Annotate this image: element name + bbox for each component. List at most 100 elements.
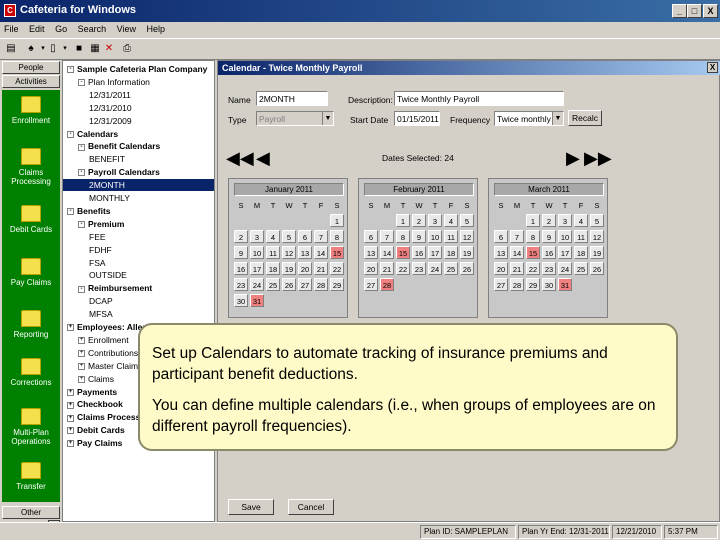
day-cell[interactable]: 29 [526, 278, 540, 291]
collapse-icon[interactable]: - [67, 66, 74, 74]
nav-item-enrollment[interactable]: Enrollment [2, 96, 60, 125]
tree-node[interactable]: 12/31/2011 [89, 89, 131, 101]
day-cell[interactable]: 14 [380, 246, 394, 259]
day-cell[interactable]: 20 [298, 262, 312, 275]
day-cell[interactable]: 7 [314, 230, 328, 243]
day-cell[interactable]: 13 [364, 246, 378, 259]
day-cell[interactable]: 26 [282, 278, 296, 291]
tree-node[interactable]: OUTSIDE [89, 269, 127, 281]
tree-node[interactable]: - Payroll Calendars [78, 166, 160, 178]
tree-node[interactable]: 2MONTH [63, 179, 214, 192]
day-cell[interactable]: 7 [510, 230, 524, 243]
day-cell[interactable]: 1 [396, 214, 410, 227]
day-cell[interactable]: 4 [266, 230, 280, 243]
tree-node[interactable]: - Premium [78, 218, 124, 230]
day-cell[interactable]: 12 [590, 230, 604, 243]
day-cell[interactable]: 29 [330, 278, 344, 291]
tab-activities[interactable]: Activities [2, 75, 60, 88]
close-button[interactable]: X [703, 4, 718, 18]
day-cell[interactable]: 19 [460, 246, 474, 259]
day-cell[interactable]: 6 [298, 230, 312, 243]
day-cell[interactable]: 19 [282, 262, 296, 275]
recalc-button[interactable]: Recalc [568, 110, 602, 126]
selected-day[interactable]: 15 [396, 246, 410, 259]
day-cell[interactable]: 5 [282, 230, 296, 243]
day-cell[interactable]: 16 [412, 246, 426, 259]
tab-other[interactable]: Other [2, 506, 60, 519]
tree-node[interactable]: FSA [89, 257, 106, 269]
name-input[interactable]: 2MONTH [256, 91, 328, 106]
tree-node[interactable]: MONTHLY [89, 192, 130, 204]
expand-icon[interactable]: + [78, 375, 85, 383]
tree-node[interactable]: 12/31/2010 [89, 102, 132, 114]
day-cell[interactable]: 27 [364, 278, 378, 291]
day-cell[interactable]: 18 [574, 246, 588, 259]
minimize-button[interactable]: _ [672, 4, 687, 18]
description-input[interactable]: Twice Monthly Payroll [394, 91, 564, 106]
panel-close-button[interactable]: X [707, 62, 718, 73]
expand-icon[interactable]: + [78, 362, 85, 370]
day-cell[interactable]: 26 [460, 262, 474, 275]
selected-day[interactable]: 15 [526, 246, 540, 259]
selected-day[interactable]: 31 [558, 278, 572, 291]
day-cell[interactable]: 12 [460, 230, 474, 243]
menu-go[interactable]: Go [51, 22, 71, 36]
day-cell[interactable]: 21 [314, 262, 328, 275]
day-cell[interactable]: 4 [574, 214, 588, 227]
expand-icon[interactable]: + [78, 350, 85, 358]
day-cell[interactable]: 27 [298, 278, 312, 291]
day-cell[interactable]: 1 [330, 214, 344, 227]
day-cell[interactable]: 8 [526, 230, 540, 243]
day-cell[interactable]: 23 [234, 278, 248, 291]
tree-node[interactable]: + Claims [78, 373, 114, 385]
previous-page-icon[interactable]: ◀ [256, 149, 270, 167]
tree-node[interactable]: - Benefits [67, 205, 111, 217]
type-select[interactable]: Payroll ▼ [256, 111, 334, 126]
save-button[interactable]: Save [228, 499, 274, 515]
tree-node[interactable]: FEE [89, 231, 106, 243]
day-cell[interactable]: 7 [380, 230, 394, 243]
day-cell[interactable]: 28 [510, 278, 524, 291]
nav-item-multi-plan-operations[interactable]: Multi-Plan Operations [2, 408, 60, 446]
menu-view[interactable]: View [113, 22, 140, 36]
day-cell[interactable]: 24 [558, 262, 572, 275]
menu-edit[interactable]: Edit [25, 22, 49, 36]
selected-day[interactable]: 15 [330, 246, 344, 259]
day-cell[interactable]: 16 [234, 262, 248, 275]
tree-node[interactable]: - Reimbursement [78, 282, 152, 294]
day-cell[interactable]: 21 [380, 262, 394, 275]
day-cell[interactable]: 12 [282, 246, 296, 259]
day-cell[interactable]: 6 [364, 230, 378, 243]
nav-item-debit-cards[interactable]: Debit Cards [2, 205, 60, 234]
day-cell[interactable]: 24 [428, 262, 442, 275]
day-cell[interactable]: 22 [526, 262, 540, 275]
collapse-icon[interactable]: - [78, 79, 85, 87]
day-cell[interactable]: 14 [510, 246, 524, 259]
day-cell[interactable]: 3 [250, 230, 264, 243]
delete-icon[interactable]: ✕ [102, 42, 116, 56]
selected-day[interactable]: 28 [380, 278, 394, 291]
day-cell[interactable]: 30 [542, 278, 556, 291]
day-cell[interactable]: 3 [428, 214, 442, 227]
menu-help[interactable]: Help [143, 22, 170, 36]
day-cell[interactable]: 14 [314, 246, 328, 259]
day-cell[interactable]: 2 [234, 230, 248, 243]
last-page-icon[interactable]: ▶▶ [584, 149, 612, 167]
nav-item-corrections[interactable]: Corrections [2, 358, 60, 387]
save-icon[interactable]: ■ [72, 42, 86, 56]
day-cell[interactable]: 20 [364, 262, 378, 275]
day-cell[interactable]: 1 [526, 214, 540, 227]
day-cell[interactable]: 18 [444, 246, 458, 259]
day-cell[interactable]: 8 [330, 230, 344, 243]
day-cell[interactable]: 9 [542, 230, 556, 243]
day-cell[interactable]: 24 [250, 278, 264, 291]
day-cell[interactable]: 18 [266, 262, 280, 275]
tree-node[interactable]: FDHF [89, 244, 112, 256]
day-cell[interactable]: 17 [428, 246, 442, 259]
day-cell[interactable]: 27 [494, 278, 508, 291]
collapse-icon[interactable]: - [78, 169, 85, 177]
day-cell[interactable]: 10 [428, 230, 442, 243]
day-cell[interactable]: 11 [574, 230, 588, 243]
day-cell[interactable]: 2 [542, 214, 556, 227]
tree-node[interactable]: + Contributions [78, 347, 138, 359]
